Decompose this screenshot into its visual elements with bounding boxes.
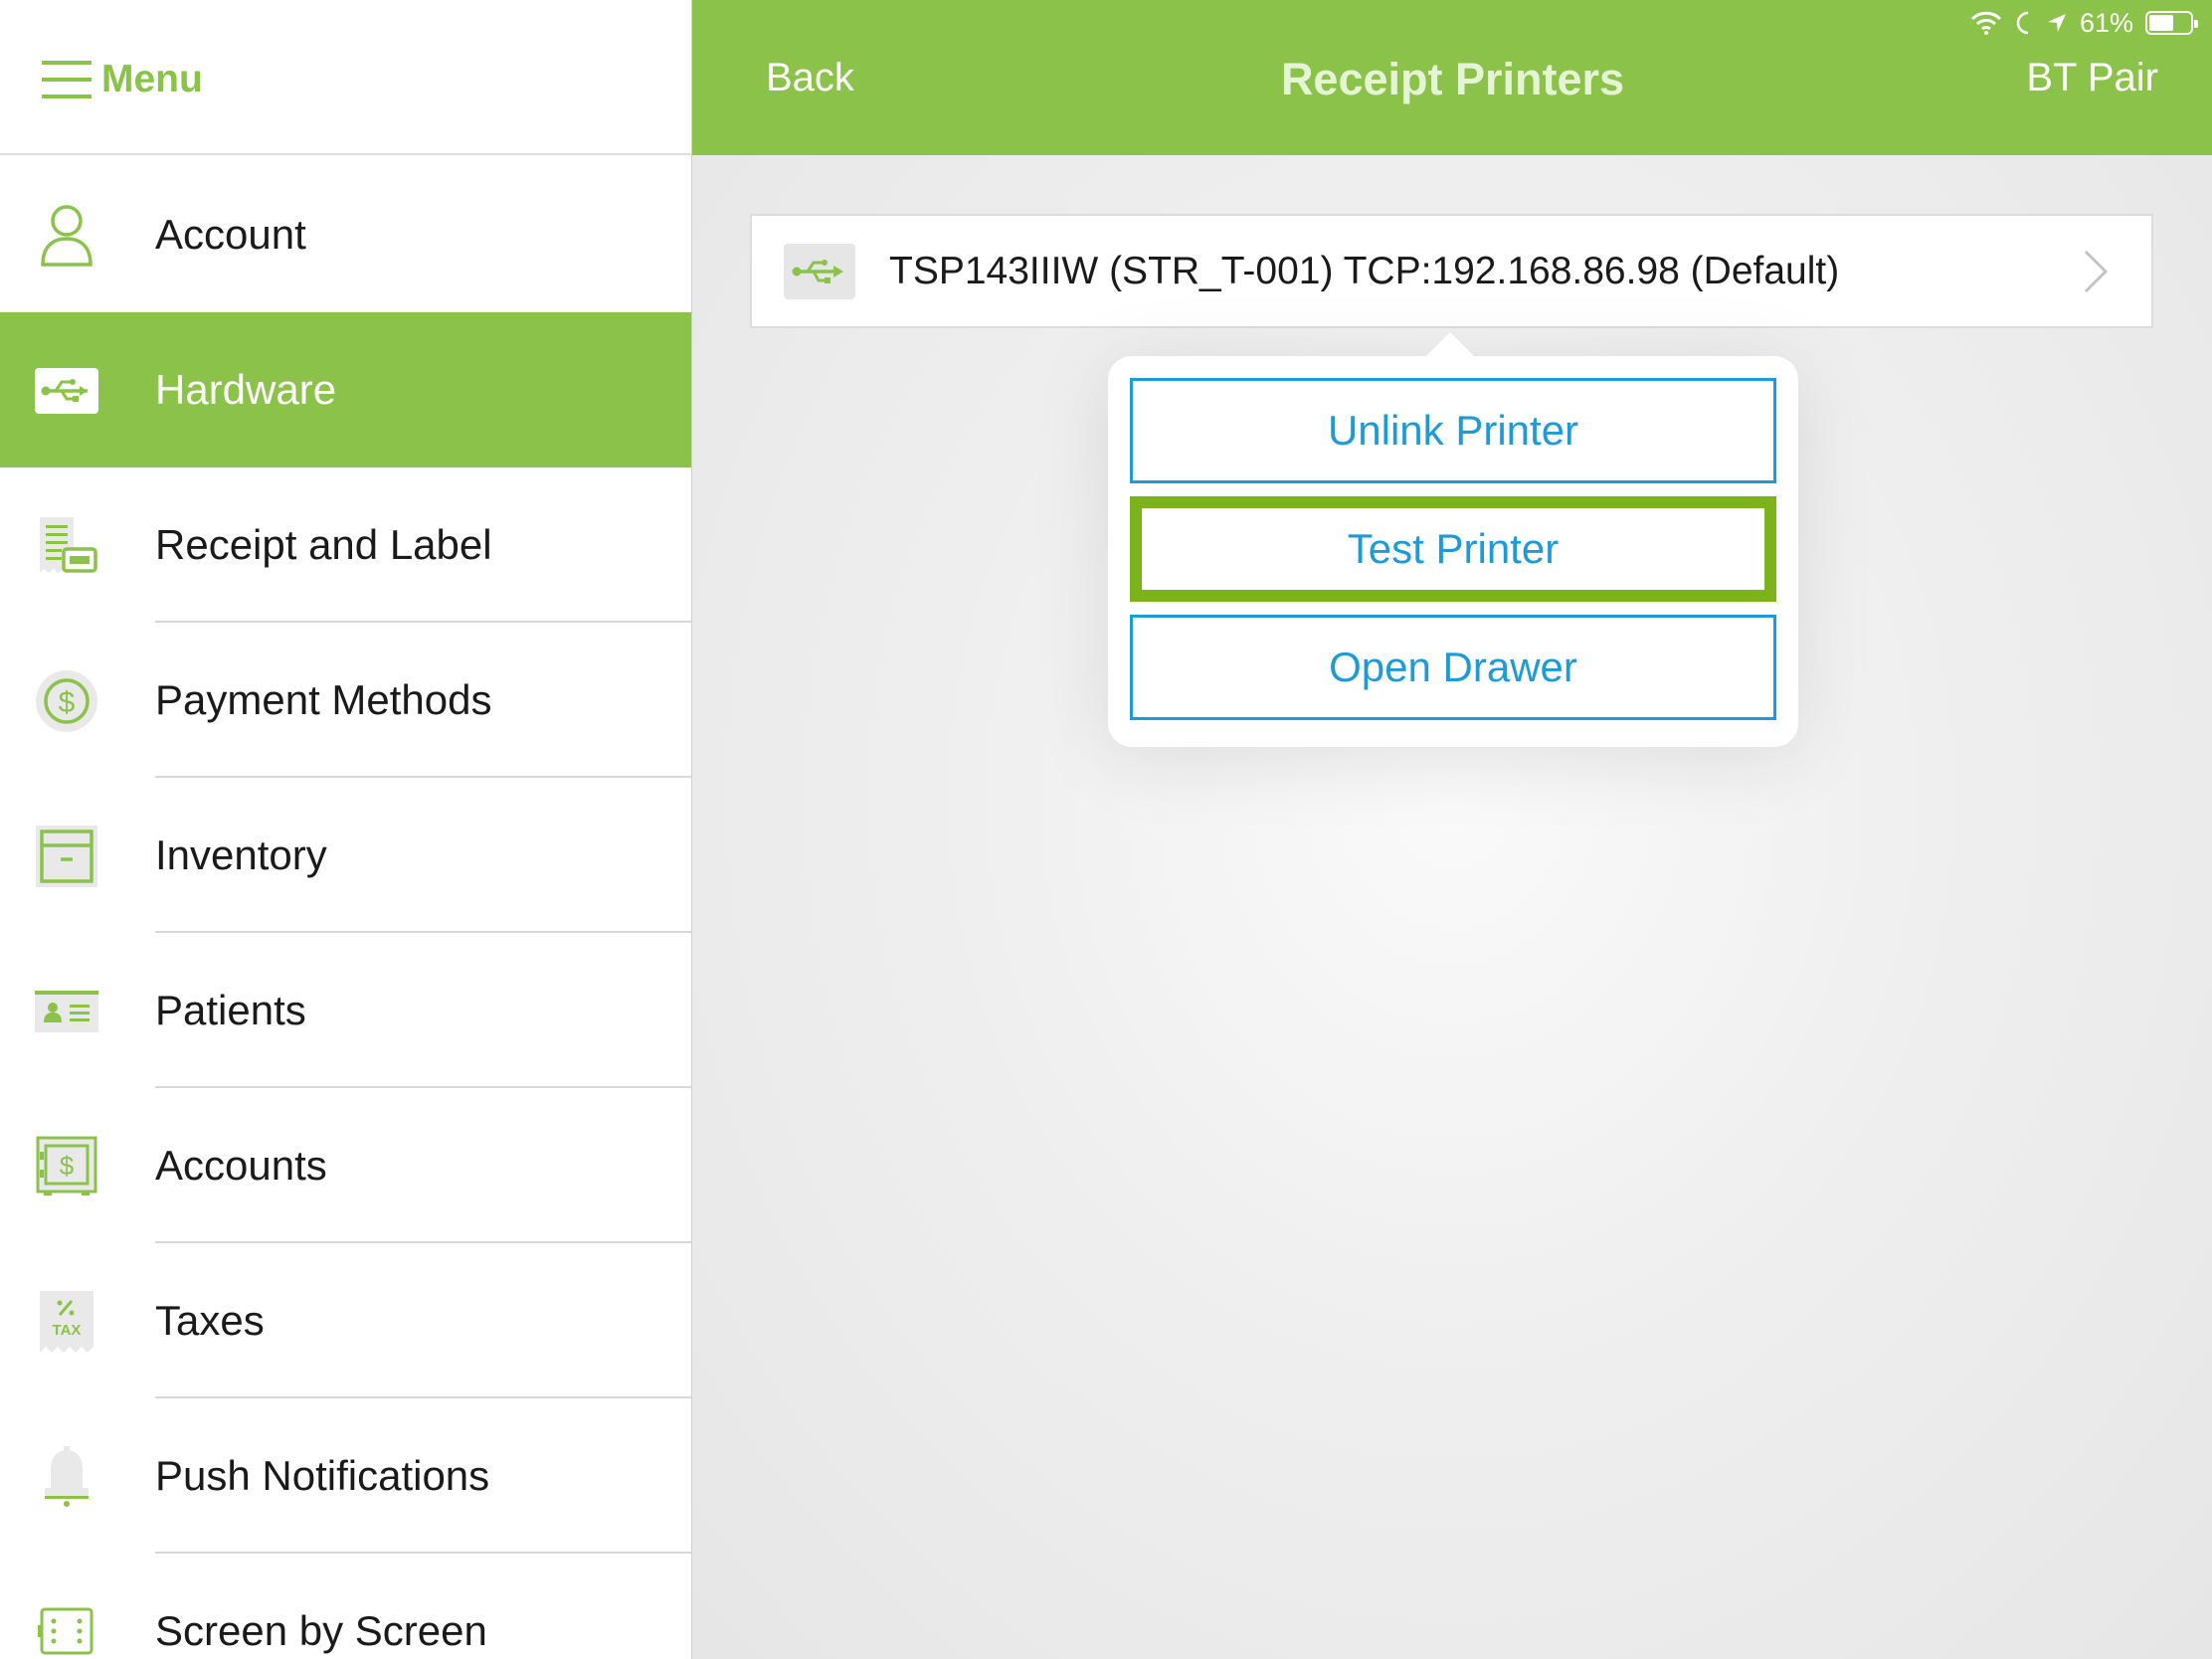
menu-label: Menu (101, 58, 203, 100)
sidebar-item-label: Taxes (155, 1297, 265, 1344)
sidebar-item-label: Receipt and Label (155, 521, 492, 568)
sidebar-item-inventory[interactable]: Inventory (0, 778, 691, 933)
bell-icon (34, 1444, 99, 1510)
person-icon (34, 203, 99, 269)
sidebar-item-label: Screen by Screen (155, 1607, 487, 1654)
svg-text:TAX: TAX (53, 1322, 82, 1339)
bt-pair-button[interactable]: BT Pair (2026, 56, 2158, 100)
sidebar-item-label: Push Notifications (155, 1452, 490, 1499)
test-printer-button[interactable]: Test Printer (1130, 496, 1776, 602)
archive-box-icon (34, 824, 99, 889)
app-root: Menu Account Hardware Receipt and Label … (0, 0, 2212, 1659)
sidebar-item-receipt-and-label[interactable]: Receipt and Label (0, 467, 691, 623)
sidebar-item-label: Inventory (155, 831, 327, 878)
right-panel: Back Receipt Printers BT Pair 61% TSP143… (691, 0, 2212, 1659)
screen-grid-icon (34, 1599, 99, 1659)
sidebar-item-label: Payment Methods (155, 676, 492, 723)
sidebar-item-label: Hardware (155, 366, 337, 413)
sidebar-header: Menu (0, 0, 691, 155)
status-bar: 61% (1970, 6, 2198, 40)
dollar-circle-icon: $ (34, 668, 99, 734)
sidebar-item-push-notifications[interactable]: Push Notifications (0, 1398, 691, 1554)
printer-name: TSP143IIIW (STR_T-001) TCP:192.168.86.98… (889, 250, 1840, 292)
unlink-printer-button[interactable]: Unlink Printer (1130, 378, 1776, 483)
usb-icon (784, 244, 855, 299)
receipt-icon (34, 513, 99, 579)
moon-icon (2016, 11, 2029, 35)
safe-icon: $ (34, 1134, 99, 1199)
sidebar-item-label: Account (155, 211, 306, 258)
menu-button[interactable]: Menu (42, 56, 203, 103)
sidebar-item-patients[interactable]: Patients (0, 933, 691, 1088)
battery-percentage: 61% (2079, 7, 2133, 38)
chevron-right-icon (2084, 250, 2109, 293)
back-button[interactable]: Back (766, 56, 854, 100)
printer-actions-popover: Unlink Printer Test Printer Open Drawer (1108, 332, 1798, 747)
sidebar-item-accounts[interactable]: $ Accounts (0, 1088, 691, 1243)
popover-arrow (1424, 332, 1476, 358)
printer-row[interactable]: TSP143IIIW (STR_T-001) TCP:192.168.86.98… (750, 214, 2153, 328)
battery-icon (2145, 11, 2198, 35)
battery-nub (2194, 20, 2198, 28)
sidebar-item-hardware[interactable]: Hardware (0, 312, 691, 467)
sidebar-item-label: Patients (155, 987, 306, 1033)
sidebar-item-screen-by-screen[interactable]: Screen by Screen (0, 1554, 691, 1659)
usb-icon (34, 358, 99, 424)
sidebar-item-payment-methods[interactable]: $ Payment Methods (0, 623, 691, 778)
open-drawer-button[interactable]: Open Drawer (1130, 615, 1776, 720)
location-arrow-icon (2047, 14, 2066, 32)
svg-text:$: $ (59, 686, 76, 719)
battery-fill (2149, 15, 2173, 31)
sidebar-item-account[interactable]: Account (0, 157, 691, 312)
page-title: Receipt Printers (1280, 54, 1625, 104)
wifi-icon (1970, 11, 2002, 35)
sidebar: Menu Account Hardware Receipt and Label … (0, 0, 691, 1659)
id-card-icon (34, 979, 99, 1044)
sidebar-item-label: Accounts (155, 1142, 327, 1189)
nav-bar: Back Receipt Printers BT Pair 61% (692, 0, 2212, 155)
svg-text:$: $ (60, 1151, 75, 1181)
hamburger-icon (42, 61, 92, 98)
tax-receipt-icon: TAX (34, 1289, 99, 1355)
sidebar-item-taxes[interactable]: TAX Taxes (0, 1243, 691, 1398)
